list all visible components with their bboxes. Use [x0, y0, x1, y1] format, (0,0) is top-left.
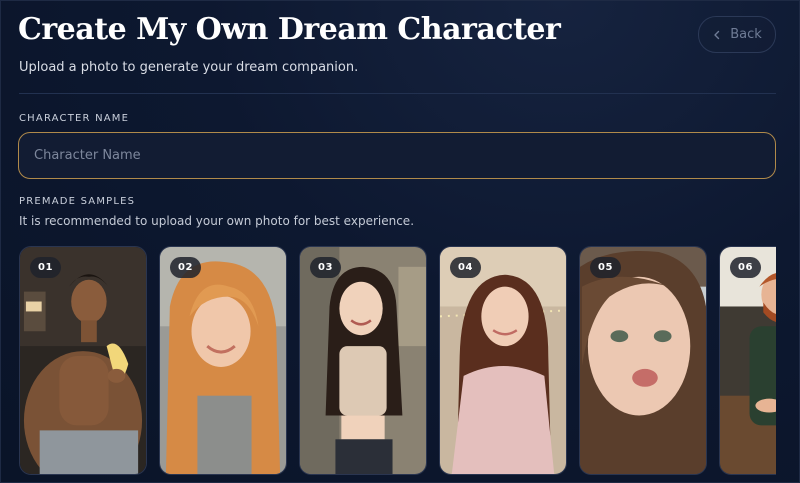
sample-number-badge: 05	[590, 257, 621, 278]
sample-number-badge: 02	[170, 257, 201, 278]
sample-number-badge: 01	[30, 257, 61, 278]
sample-photo-02	[160, 247, 286, 474]
sample-photo-03	[300, 247, 426, 474]
page-title: Create My Own Dream Character	[18, 12, 561, 47]
sample-photo-01	[20, 247, 146, 474]
chevron-left-icon	[712, 30, 722, 40]
sample-number-badge: 03	[310, 257, 341, 278]
samples-hint: It is recommended to upload your own pho…	[19, 214, 415, 228]
header-divider	[19, 93, 776, 94]
sample-card-06[interactable]: 06	[719, 246, 776, 475]
sample-card-05[interactable]: 05	[579, 246, 707, 475]
character-name-label: CHARACTER NAME	[19, 113, 130, 124]
samples-carousel: 01 02 03 04 05 06	[19, 246, 776, 475]
sample-card-04[interactable]: 04	[439, 246, 567, 475]
back-button[interactable]: Back	[698, 16, 776, 53]
sample-number-badge: 06	[730, 257, 761, 278]
character-name-input[interactable]	[18, 132, 776, 179]
sample-number-badge: 04	[450, 257, 481, 278]
premade-samples-label: PREMADE SAMPLES	[19, 196, 136, 207]
sample-card-02[interactable]: 02	[159, 246, 287, 475]
page-subtitle: Upload a photo to generate your dream co…	[19, 60, 359, 75]
sample-photo-04	[440, 247, 566, 474]
sample-photo-06	[720, 247, 776, 474]
sample-card-03[interactable]: 03	[299, 246, 427, 475]
sample-photo-05	[580, 247, 706, 474]
sample-card-01[interactable]: 01	[19, 246, 147, 475]
back-button-label: Back	[730, 27, 762, 42]
